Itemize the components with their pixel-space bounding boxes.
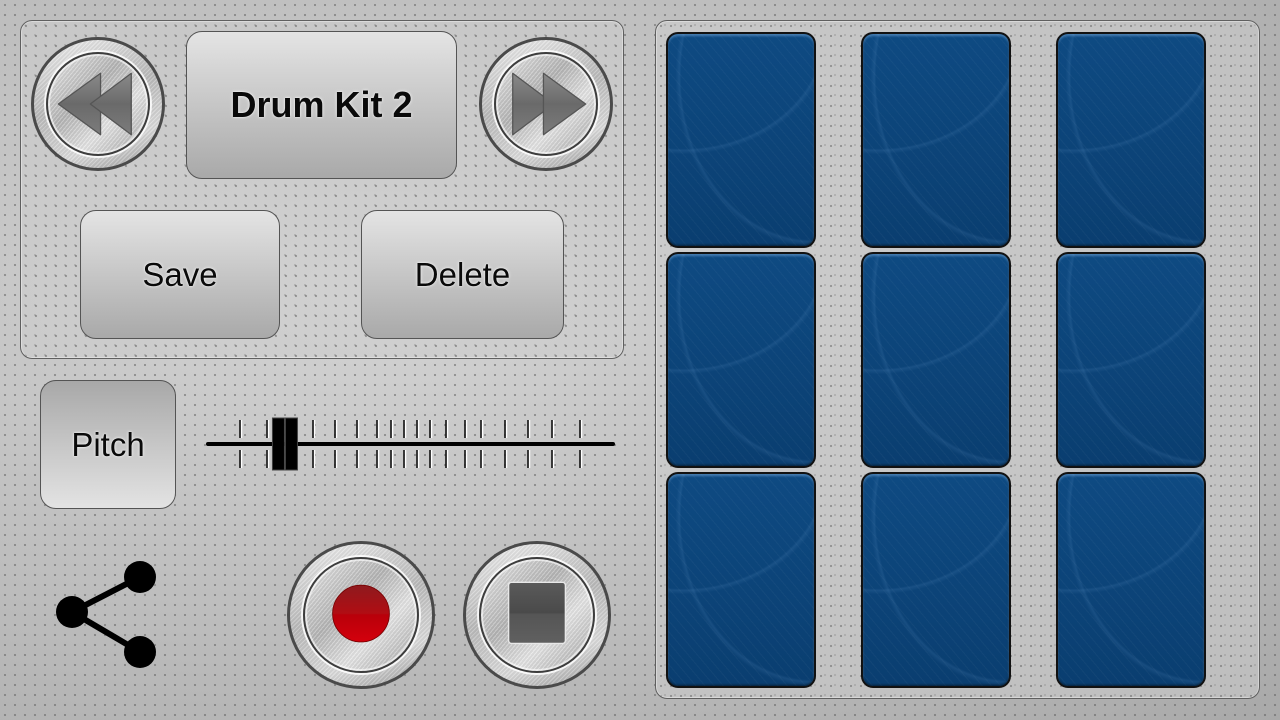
pitch-slider[interactable]	[205, 412, 617, 476]
current-kit-button[interactable]: Drum Kit 2	[186, 31, 457, 179]
stop-icon	[507, 581, 567, 645]
drum-pad-3[interactable]	[1056, 32, 1206, 248]
previous-kit-button[interactable]	[31, 37, 165, 171]
save-label: Save	[142, 255, 218, 293]
drum-pad-7[interactable]	[666, 472, 816, 688]
drum-pad-2[interactable]	[861, 32, 1011, 248]
drum-pad-4[interactable]	[666, 252, 816, 468]
share-button[interactable]	[52, 560, 162, 670]
delete-label: Delete	[414, 255, 511, 293]
record-icon	[332, 584, 390, 643]
drum-pad-1[interactable]	[666, 32, 816, 248]
rewind-icon	[57, 72, 132, 136]
pitch-label: Pitch	[71, 425, 145, 463]
save-button[interactable]: Save	[80, 210, 280, 339]
share-icon	[56, 561, 156, 668]
delete-button[interactable]: Delete	[361, 210, 564, 339]
drum-pad-5[interactable]	[861, 252, 1011, 468]
record-button[interactable]	[287, 541, 435, 689]
stop-button[interactable]	[463, 541, 611, 689]
next-kit-button[interactable]	[479, 37, 613, 171]
drum-pad-8[interactable]	[861, 472, 1011, 688]
drum-pad-6[interactable]	[1056, 252, 1206, 468]
fast-forward-icon	[512, 72, 587, 136]
slider-thumb[interactable]	[271, 417, 298, 471]
drum-pad-9[interactable]	[1056, 472, 1206, 688]
pitch-button[interactable]: Pitch	[40, 380, 176, 509]
current-kit-label: Drum Kit 2	[230, 84, 413, 125]
